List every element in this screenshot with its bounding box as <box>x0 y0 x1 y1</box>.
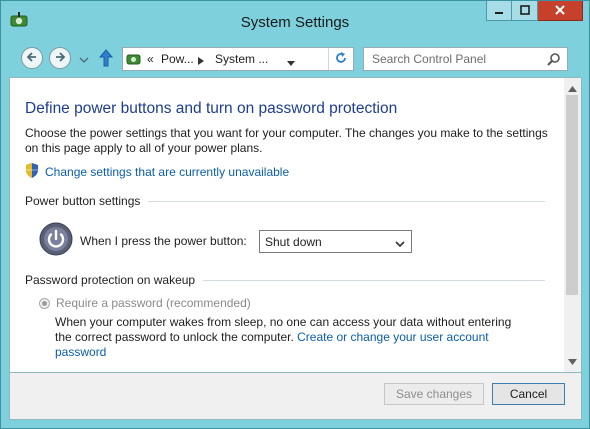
section-divider <box>148 200 545 202</box>
scroll-up-icon[interactable] <box>568 81 577 95</box>
system-settings-window: System Settings « Pow... System ... Sear… <box>0 0 590 429</box>
footer-bar: Save changes Cancel <box>9 373 582 420</box>
back-icon <box>26 51 38 66</box>
address-bar[interactable]: « Pow... System ... <box>122 47 354 71</box>
close-icon <box>555 4 565 18</box>
navigation-bar: « Pow... System ... <box>9 42 581 76</box>
chevron-down-icon <box>395 237 405 251</box>
back-button[interactable] <box>21 47 43 69</box>
uac-shield-icon <box>25 163 39 181</box>
search-icon[interactable] <box>547 52 561 69</box>
breadcrumb-system-settings[interactable]: System ... <box>215 52 268 66</box>
power-button-prompt: When I press the power button: <box>80 234 247 248</box>
require-password-option[interactable]: Require a password (recommended) <box>39 296 251 310</box>
change-settings-row: Change settings that are currently unava… <box>25 163 289 181</box>
require-password-radio[interactable] <box>39 297 50 309</box>
cancel-button[interactable]: Cancel <box>492 383 565 405</box>
intro-text: Choose the power settings that you want … <box>25 126 548 155</box>
content-pane: Define power buttons and turn on passwor… <box>9 77 582 373</box>
maximize-button[interactable] <box>512 1 538 21</box>
power-button-section-label: Power button settings <box>25 194 141 208</box>
refresh-icon <box>334 51 348 68</box>
password-description: When your computer wakes from sleep, no … <box>55 315 525 360</box>
search-input[interactable] <box>364 48 544 70</box>
close-button[interactable] <box>538 1 583 21</box>
change-settings-link[interactable]: Change settings that are currently unava… <box>45 165 289 179</box>
title-bar[interactable]: System Settings <box>1 1 589 41</box>
address-dropdown-icon[interactable] <box>287 56 295 70</box>
search-box <box>363 47 568 71</box>
forward-button[interactable] <box>49 47 71 69</box>
save-changes-button[interactable]: Save changes <box>384 383 484 405</box>
forward-icon <box>54 51 66 66</box>
power-button-icon <box>39 222 73 256</box>
up-icon[interactable] <box>98 49 114 70</box>
caption-buttons <box>486 1 583 21</box>
scroll-thumb[interactable] <box>566 95 578 295</box>
breadcrumb-power-options[interactable]: Pow... <box>161 52 194 66</box>
refresh-button[interactable] <box>328 48 353 70</box>
breadcrumb-separator-icon[interactable] <box>198 54 204 68</box>
power-button-action-select[interactable]: Shut down <box>259 230 412 253</box>
password-section-header: Password protection on wakeup <box>25 272 545 288</box>
minimize-button[interactable] <box>486 1 512 21</box>
scroll-down-icon[interactable] <box>568 354 577 368</box>
power-button-section-header: Power button settings <box>25 193 545 209</box>
power-button-action-value: Shut down <box>265 235 322 249</box>
radio-selected-dot <box>42 300 47 306</box>
vertical-scrollbar[interactable] <box>564 78 581 372</box>
overflow-chevron[interactable]: « <box>147 52 154 66</box>
page-title: Define power buttons and turn on passwor… <box>25 100 398 117</box>
minimize-icon <box>494 4 504 18</box>
require-password-label: Require a password (recommended) <box>56 296 251 310</box>
control-panel-icon <box>126 51 142 70</box>
password-section-label: Password protection on wakeup <box>25 273 196 287</box>
section-divider <box>203 279 545 281</box>
maximize-icon <box>519 4 530 18</box>
recent-pages-icon[interactable] <box>79 53 89 67</box>
